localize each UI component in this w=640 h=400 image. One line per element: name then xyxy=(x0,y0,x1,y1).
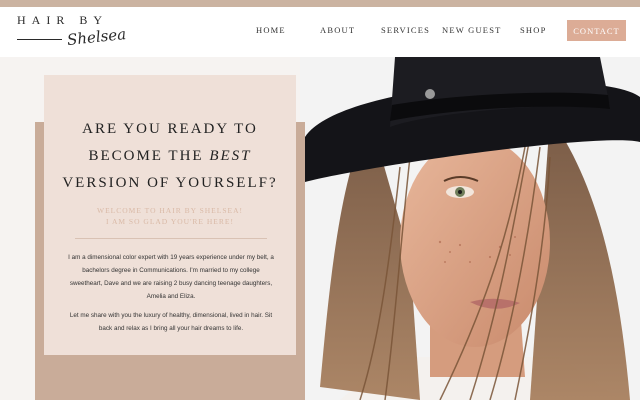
nav-home[interactable]: HOME xyxy=(256,25,286,35)
heading-line-3: VERSION OF YOURSELF? xyxy=(62,175,278,191)
intro-paragraph-1: I am a dimensional color expert with 19 … xyxy=(68,254,274,300)
heading-line-2: BECOME THE BEST xyxy=(44,143,296,170)
nav-services[interactable]: SERVICES xyxy=(381,25,430,35)
welcome-text: WELCOME TO HAIR BY SHELSEA! I AM SO GLAD… xyxy=(44,205,296,227)
nav-new-guest[interactable]: NEW GUEST xyxy=(442,25,502,35)
site-logo[interactable]: HAIR BY Shelsea xyxy=(17,13,127,57)
nav-about[interactable]: ABOUT xyxy=(320,25,355,35)
hero-heading: ARE YOU READY TO BECOME THE BEST VERSION… xyxy=(44,116,296,197)
heading-line-2-text: BECOME THE xyxy=(88,148,210,164)
top-accent-bar xyxy=(0,0,640,7)
intro-paragraph-2: Let me share with you the luxury of heal… xyxy=(69,312,273,332)
site-header: HAIR BY Shelsea HOME ABOUT SERVICES NEW … xyxy=(0,7,640,57)
logo-rule xyxy=(17,39,62,40)
logo-wordmark: HAIR BY xyxy=(17,13,109,27)
contact-button[interactable]: CONTACT xyxy=(567,20,626,41)
welcome-line-1: WELCOME TO HAIR BY SHELSEA! xyxy=(96,206,244,215)
hero-portrait-image xyxy=(305,57,640,400)
card-divider xyxy=(75,238,267,239)
welcome-line-2: I AM SO GLAD YOU'RE HERE! xyxy=(106,217,234,226)
heading-emphasis: BEST xyxy=(209,148,252,164)
nav-shop[interactable]: SHOP xyxy=(520,25,547,35)
intro-body: I am a dimensional color expert with 19 … xyxy=(68,251,274,341)
logo-script: Shelsea xyxy=(66,24,127,50)
heading-line-1: ARE YOU READY TO xyxy=(82,121,258,137)
